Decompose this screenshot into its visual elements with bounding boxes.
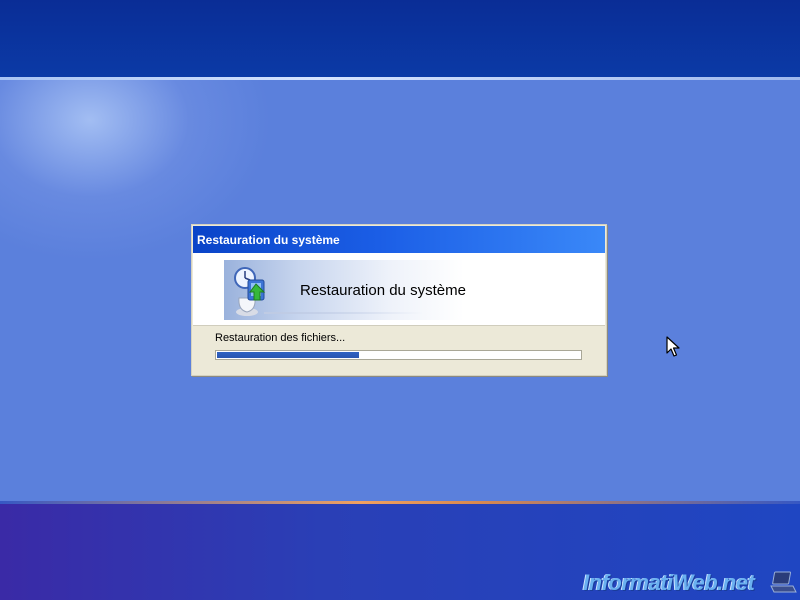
progress-fill: [217, 352, 359, 358]
restore-screen: Restauration du système Restauration du …: [0, 0, 800, 600]
status-text: Restauration des fichiers...: [215, 332, 346, 344]
watermark-text: InformatiWeb.net: [583, 570, 755, 595]
system-restore-icon: [234, 267, 266, 316]
dialog-title: Restauration du système: [197, 233, 340, 247]
progress-bar: [215, 350, 582, 360]
top-band: [0, 0, 800, 77]
watermark: InformatiWeb.net: [583, 570, 798, 596]
banner-accent-line: [264, 312, 424, 314]
dialog-header: Restauration du système: [193, 253, 605, 325]
header-separator: [193, 325, 605, 326]
restore-dialog: Restauration du système Restauration du …: [191, 224, 607, 376]
dialog-titlebar[interactable]: Restauration du système: [193, 226, 605, 253]
header-title: Restauration du système: [300, 282, 466, 299]
mouse-pointer-icon: [666, 336, 680, 357]
laptop-icon: [770, 571, 797, 593]
